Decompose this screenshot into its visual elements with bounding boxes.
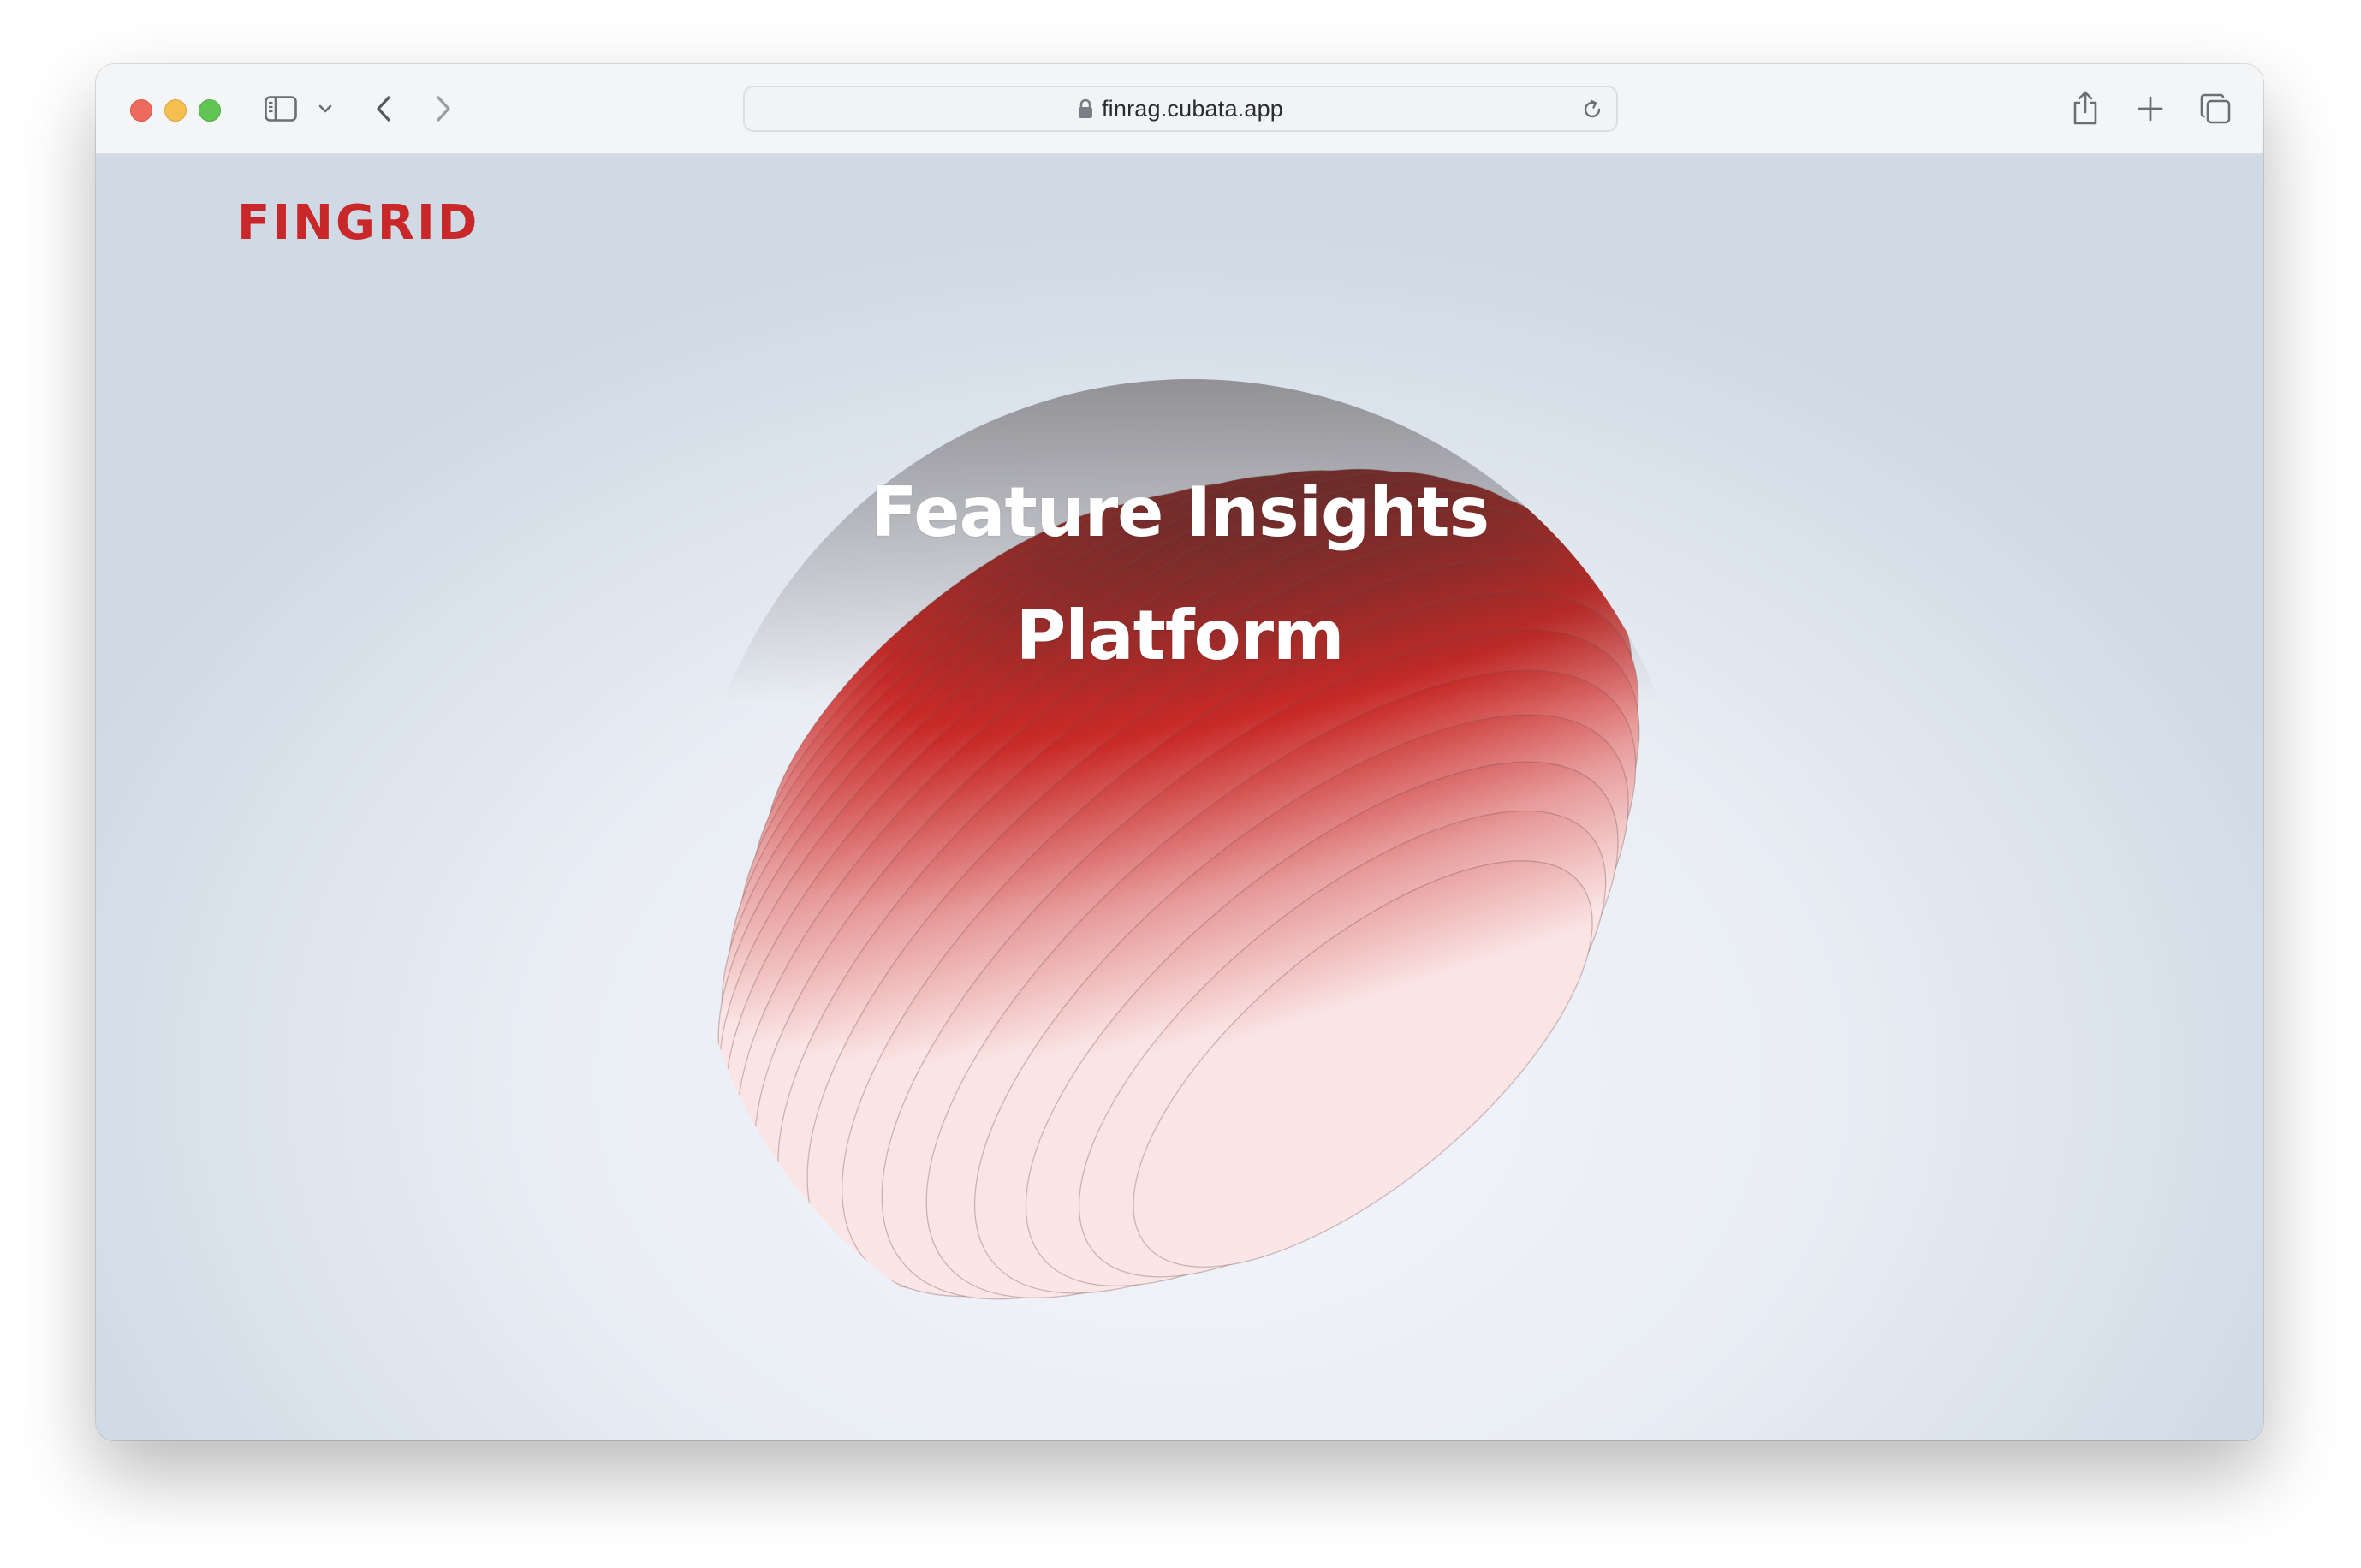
- chevron-down-icon[interactable]: [317, 100, 334, 117]
- lock-icon: [1078, 98, 1093, 119]
- back-arrow-icon[interactable]: [368, 93, 399, 124]
- reload-icon[interactable]: [1580, 98, 1604, 126]
- tab-overview-icon[interactable]: [2198, 92, 2233, 126]
- browser-toolbar: finrag.cubata.app: [96, 64, 2263, 155]
- browser-window: finrag.cubata.app FINGRID Feature Insigh…: [96, 64, 2263, 1440]
- address-bar[interactable]: finrag.cubata.app: [743, 86, 1618, 132]
- forward-arrow-icon[interactable]: [428, 93, 459, 124]
- fingrid-logo[interactable]: FINGRID: [237, 199, 479, 247]
- url-field[interactable]: finrag.cubata.app: [745, 87, 1616, 130]
- share-icon[interactable]: [2070, 88, 2101, 128]
- page-content: FINGRID Feature Insights Platform: [96, 155, 2263, 1440]
- hero-title-line-1: Feature Insights: [870, 472, 1490, 552]
- close-window-button[interactable]: [130, 99, 152, 122]
- minimize-window-button[interactable]: [164, 99, 187, 122]
- hero-title: Feature Insights Platform: [96, 451, 2263, 698]
- plus-icon[interactable]: [2135, 93, 2166, 124]
- sidebar-icon[interactable]: [264, 93, 298, 124]
- url-text: finrag.cubata.app: [1101, 95, 1284, 122]
- hero-title-line-2: Platform: [1015, 596, 1345, 675]
- zoom-window-button[interactable]: [199, 99, 221, 122]
